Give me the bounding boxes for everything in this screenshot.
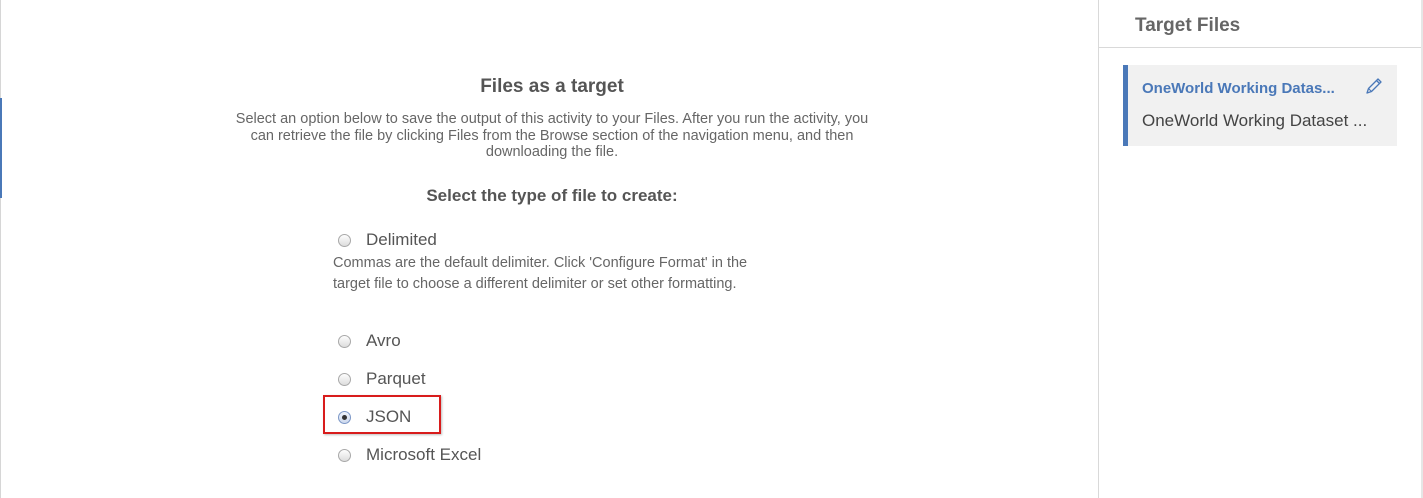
parquet-radio[interactable] <box>338 372 351 386</box>
target-files-panel: Target Files OneWorld Working Datas... O… <box>1098 0 1423 498</box>
page-title: Files as a target <box>480 76 624 97</box>
json-highlight-box <box>323 395 441 434</box>
main-content: Files as a target Select an option below… <box>2 0 1098 498</box>
avro-label[interactable]: Avro <box>366 331 401 351</box>
parquet-label[interactable]: Parquet <box>366 369 426 389</box>
option-parquet[interactable]: Parquet <box>338 368 426 390</box>
option-avro[interactable]: Avro <box>338 330 401 352</box>
delimited-radio[interactable] <box>338 233 351 247</box>
target-file-subtitle: OneWorld Working Dataset ... <box>1142 111 1368 130</box>
file-type-heading: Select the type of file to create: <box>426 186 678 205</box>
avro-radio[interactable] <box>338 334 351 348</box>
target-file-card[interactable]: OneWorld Working Datas... OneWorld Worki… <box>1123 65 1397 146</box>
target-files-header: Target Files <box>1099 0 1422 48</box>
microsoft-excel-label[interactable]: Microsoft Excel <box>366 445 481 465</box>
target-file-title[interactable]: OneWorld Working Datas... <box>1142 80 1358 97</box>
page: Files as a target Select an option below… <box>0 0 1423 498</box>
option-microsoft-excel[interactable]: Microsoft Excel <box>338 444 481 466</box>
microsoft-excel-radio[interactable] <box>338 448 351 462</box>
option-delimited[interactable]: Delimited <box>338 229 437 251</box>
page-description: Select an option below to save the outpu… <box>235 111 869 160</box>
pencil-edit-icon[interactable] <box>1363 75 1385 97</box>
delimited-help-text: Commas are the default delimiter. Click … <box>333 255 748 292</box>
target-files-title: Target Files <box>1135 15 1241 36</box>
delimited-label[interactable]: Delimited <box>366 230 437 250</box>
left-frame-border <box>0 0 1 498</box>
